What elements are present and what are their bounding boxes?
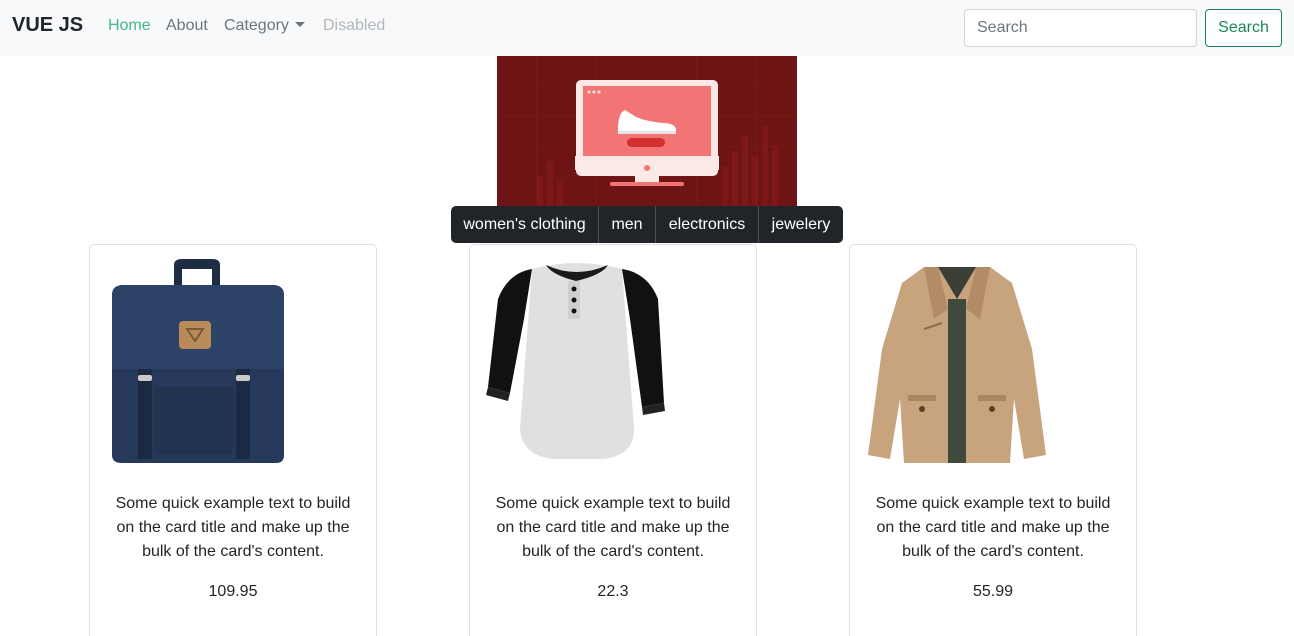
backpack-image <box>112 259 284 463</box>
hero-banner <box>497 56 797 208</box>
navbar: VUE JS Home About Category Disabled Sear… <box>0 0 1294 56</box>
nav-about[interactable]: About <box>166 17 208 35</box>
search-button[interactable]: Search <box>1205 9 1282 47</box>
card-price: 109.95 <box>208 583 258 600</box>
card-description: Some quick example text to build on the … <box>495 495 731 560</box>
chevron-down-icon <box>294 22 305 27</box>
product-card[interactable]: Some quick example text to build on the … <box>849 244 1137 636</box>
card-description: Some quick example text to build on the … <box>875 495 1111 560</box>
card-price: 55.99 <box>972 583 1014 600</box>
jacket-image <box>868 267 1046 463</box>
category-pill-electronics[interactable]: electronics <box>656 206 759 243</box>
card-price: 22.3 <box>597 583 629 600</box>
raglan-shirt-image <box>486 263 665 459</box>
category-pill-men[interactable]: men <box>599 206 656 243</box>
nav-home[interactable]: Home <box>108 17 151 35</box>
nav-category-dropdown[interactable]: Category <box>224 17 305 35</box>
card-description: Some quick example text to build on the … <box>115 495 351 560</box>
search-input[interactable] <box>964 9 1197 47</box>
nav-category-label: Category <box>224 17 289 34</box>
category-pill-womens-clothing[interactable]: women's clothing <box>451 206 599 243</box>
monitor-shoe-illustration <box>497 56 797 208</box>
nav-disabled: Disabled <box>323 17 386 34</box>
product-card[interactable]: Some quick example text to build on the … <box>469 244 757 636</box>
category-pill-jewelery[interactable]: jewelery <box>759 206 843 243</box>
product-card[interactable]: Some quick example text to build on the … <box>89 244 377 636</box>
brand-logo[interactable]: VUE JS <box>12 14 83 37</box>
